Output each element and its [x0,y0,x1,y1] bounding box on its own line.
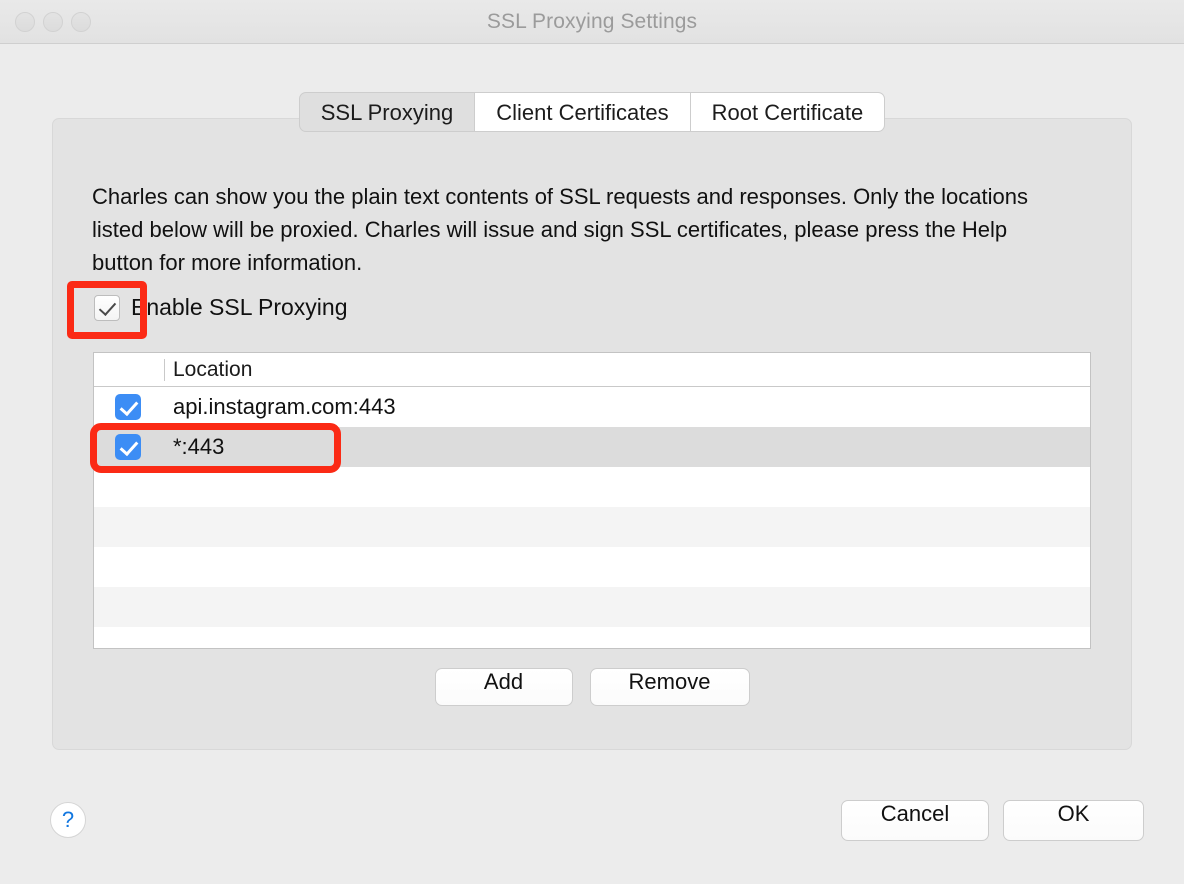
cancel-button[interactable]: Cancel [841,800,989,841]
enable-ssl-proxying-label: Enable SSL Proxying [131,294,348,320]
table-row-empty[interactable] [94,467,1090,507]
row-checkbox[interactable] [115,434,141,460]
description-text: Charles can show you the plain text cont… [92,184,1028,275]
table-row[interactable]: api.instagram.com:443 [94,387,1090,427]
row-location-label: api.instagram.com:443 [173,394,396,419]
locations-table[interactable]: Location api.instagram.com:443 *:443 [93,352,1091,649]
tab-client-certificates[interactable]: Client Certificates [475,92,691,132]
list-action-buttons: Add Remove [0,668,1184,706]
row-checkbox[interactable] [115,394,141,420]
ok-button[interactable]: OK [1003,800,1144,841]
tab-ssl-proxying[interactable]: SSL Proxying [298,92,476,132]
table-row-empty[interactable] [94,547,1090,587]
table-row-empty[interactable] [94,627,1090,648]
tab-root-certificate[interactable]: Root Certificate [690,92,886,132]
tab-bar: SSL Proxying Client Certificates Root Ce… [0,92,1184,134]
enable-ssl-proxying-checkbox[interactable] [94,294,120,321]
locations-table-header: Location [94,353,1090,387]
column-divider [164,359,165,381]
window-titlebar: SSL Proxying Settings [0,0,1184,44]
add-button[interactable]: Add [434,668,573,706]
enable-ssl-proxying-row[interactable]: Enable SSL Proxying [94,294,348,321]
remove-button[interactable]: Remove [589,668,750,706]
help-button[interactable]: ? [50,802,86,838]
column-header-location: Location [173,357,253,381]
table-row[interactable]: *:443 [94,427,1090,467]
row-location-label: *:443 [173,434,225,459]
window-title: SSL Proxying Settings [486,10,698,33]
ssl-proxying-settings-window: SSL Proxying Settings SSL Proxying Clien… [0,0,1184,884]
table-row-empty[interactable] [94,507,1090,547]
table-row-empty[interactable] [94,587,1090,627]
